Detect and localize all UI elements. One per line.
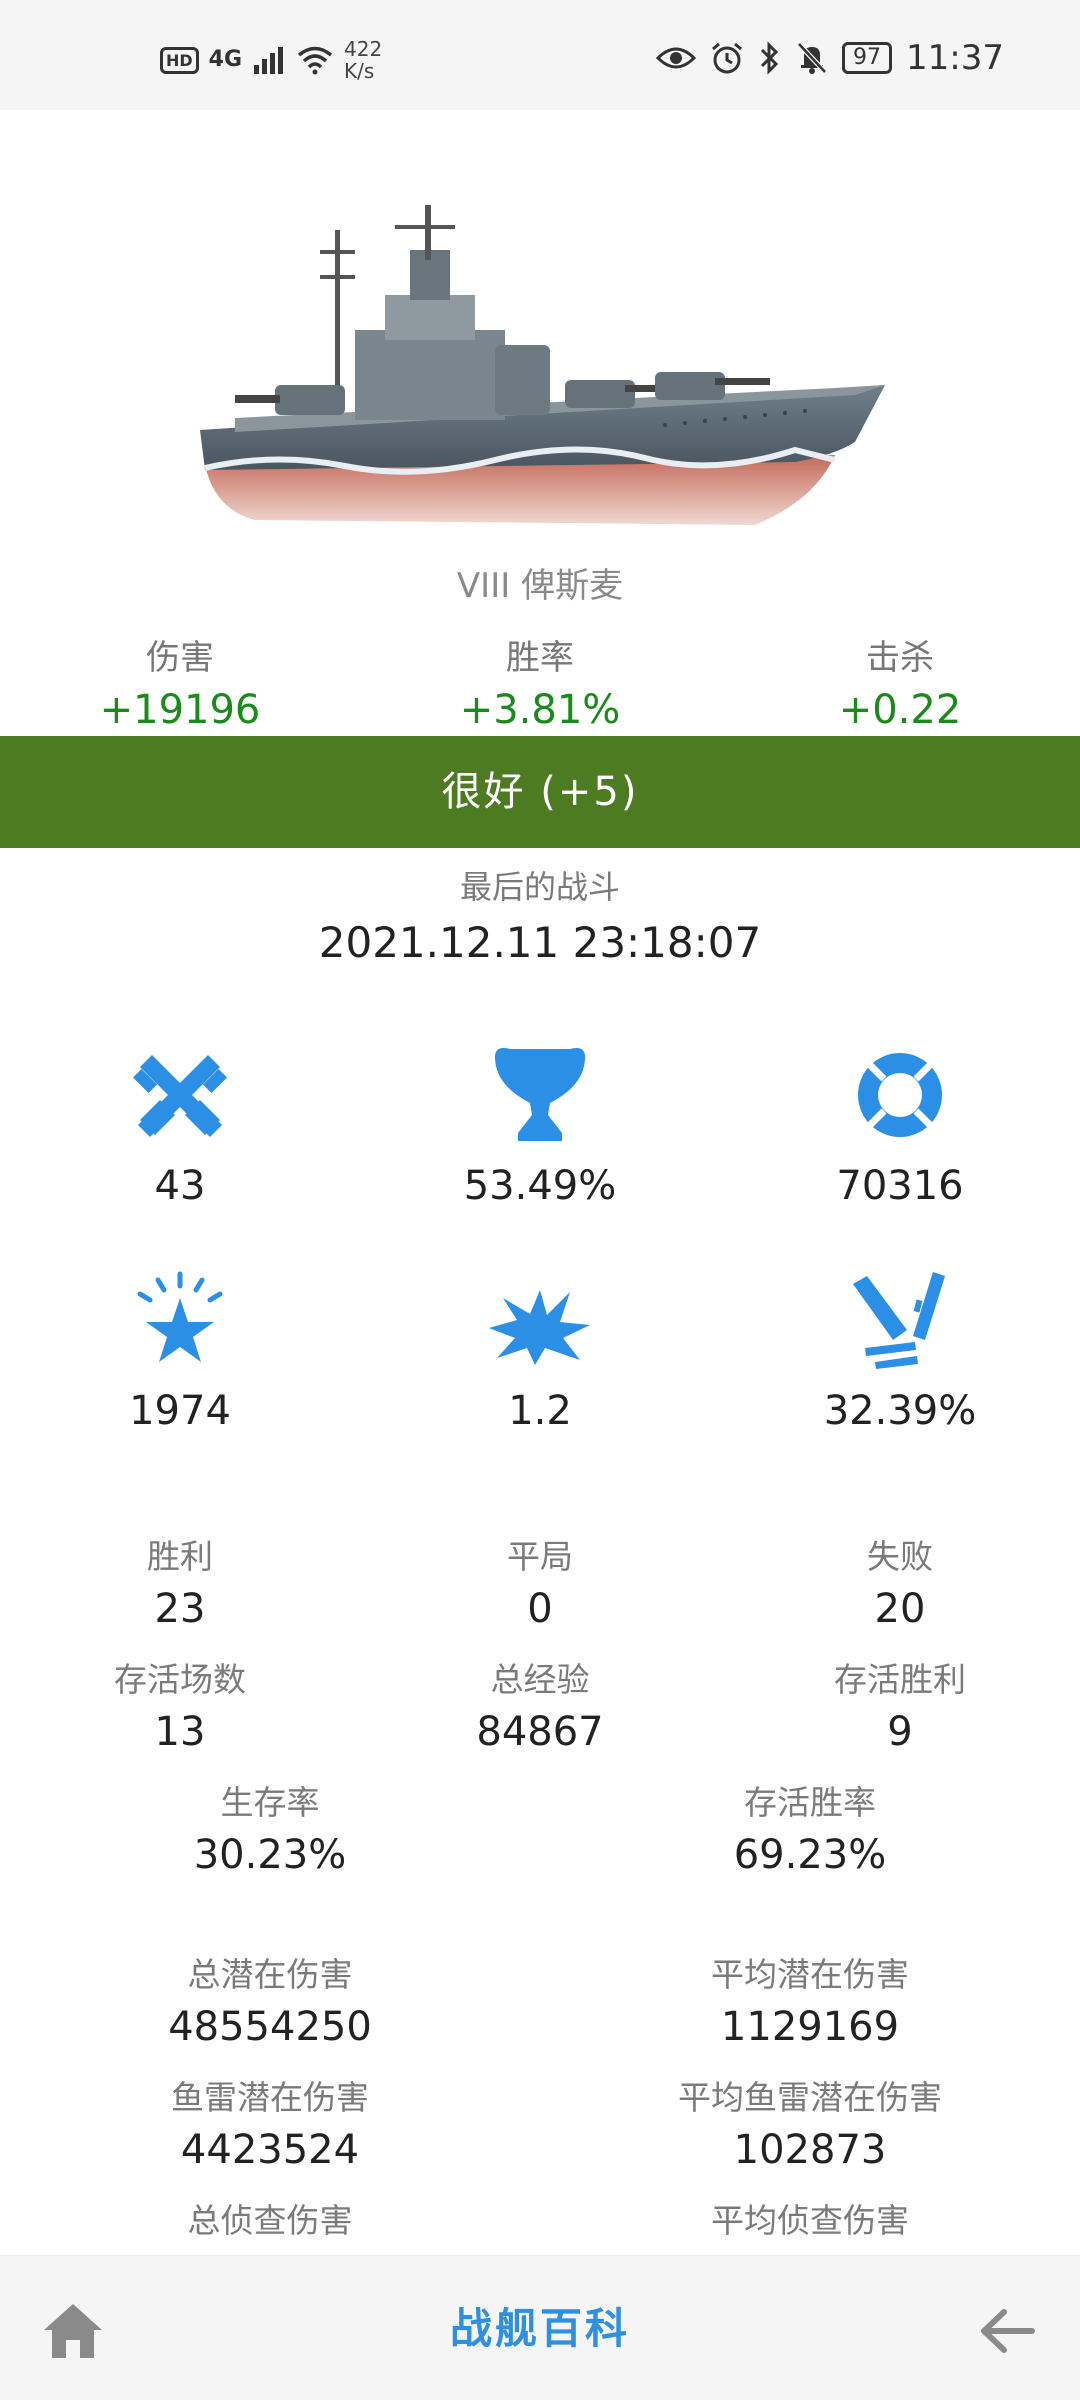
stat-survival-winrate: 存活胜率 69.23% bbox=[630, 1776, 990, 1878]
stat-survived: 存活场数 13 bbox=[0, 1653, 360, 1755]
arrow-left-icon[interactable] bbox=[972, 2296, 1042, 2366]
stat-value: 30.23% bbox=[193, 1832, 347, 1878]
stat-value: 13 bbox=[154, 1709, 206, 1755]
status-left: HD 4G 422 K/s bbox=[160, 38, 382, 82]
delta-damage: 伤害 +19196 bbox=[0, 630, 360, 733]
stat-label: 总潜在伤害 bbox=[187, 1955, 353, 1994]
ship-name: VIII 俾斯麦 bbox=[456, 566, 624, 606]
stat-value: 43 bbox=[154, 1163, 206, 1209]
eye-icon bbox=[656, 47, 697, 69]
explosion-icon bbox=[489, 1290, 590, 1365]
star-burst-icon bbox=[137, 1271, 223, 1362]
status-bar: HD 4G 422 K/s 97 11:37 bbox=[0, 0, 1080, 110]
stat-losses: 失败 20 bbox=[720, 1530, 1080, 1632]
alarm-icon bbox=[712, 42, 742, 74]
stat-value: 70316 bbox=[836, 1163, 964, 1209]
stat-label: 鱼雷潜在伤害 bbox=[171, 2078, 369, 2117]
stat-survived-wins: 存活胜利 9 bbox=[720, 1653, 1080, 1755]
stat-avg-damage: 70316 bbox=[720, 1045, 1080, 1209]
stat-avg-torpedo-potential-damage: 平均鱼雷潜在伤害 102873 bbox=[630, 2071, 990, 2173]
stat-avg-kills: 1.2 bbox=[360, 1270, 720, 1434]
delta-value: +3.81% bbox=[459, 687, 621, 733]
delta-value: +19196 bbox=[99, 687, 261, 733]
home-icon[interactable] bbox=[38, 2296, 108, 2366]
stat-total-exp: 总经验 84867 bbox=[360, 1653, 720, 1755]
stat-value: 102873 bbox=[733, 2127, 887, 2173]
stat-label: 平均潜在伤害 bbox=[711, 1955, 909, 1994]
ship-detail-content[interactable]: VIII 俾斯麦 伤害 +19196 胜率 +3.81% 击杀 +0.22 很好… bbox=[0, 110, 1080, 2255]
stat-value: 1974 bbox=[129, 1388, 231, 1434]
battery-indicator: 97 bbox=[842, 42, 893, 74]
delta-label: 伤害 bbox=[146, 638, 214, 678]
clock: 11:37 bbox=[906, 38, 1004, 78]
stat-value: 32.39% bbox=[823, 1388, 977, 1434]
stat-label: 总侦查伤害 bbox=[187, 2201, 353, 2240]
stat-label: 生存率 bbox=[220, 1783, 320, 1822]
stat-value: 4423524 bbox=[180, 2127, 360, 2173]
stat-winrate: 53.49% bbox=[360, 1045, 720, 1209]
stat-label: 胜利 bbox=[147, 1537, 213, 1576]
network-speed: 422 K/s bbox=[344, 38, 382, 82]
stat-value: 1129169 bbox=[720, 2004, 900, 2050]
last-battle: 最后的战斗 2021.12.11 23:18:07 bbox=[0, 862, 1080, 967]
network-speed-value: 422 bbox=[344, 37, 383, 61]
stat-value: 1.2 bbox=[508, 1388, 572, 1434]
mute-bell-icon bbox=[797, 42, 827, 74]
stat-value: 9 bbox=[887, 1709, 913, 1755]
delta-winrate: 胜率 +3.81% bbox=[360, 630, 720, 733]
last-battle-label: 最后的战斗 bbox=[459, 868, 620, 906]
stat-hit-rate: 32.39% bbox=[720, 1270, 1080, 1434]
stat-value: 53.49% bbox=[463, 1163, 617, 1209]
bottom-bar: 战舰百科 bbox=[0, 2255, 1080, 2400]
stat-label: 总经验 bbox=[490, 1660, 590, 1699]
rating-bar: 很好 (+5) bbox=[0, 736, 1080, 848]
page-title: 战舰百科 bbox=[449, 2304, 630, 2353]
signal-bars-icon bbox=[254, 47, 284, 74]
stat-avg-exp: 1974 bbox=[0, 1270, 360, 1434]
stat-value: 48554250 bbox=[168, 2004, 372, 2050]
stat-label: 平均鱼雷潜在伤害 bbox=[678, 2078, 942, 2117]
stat-value: 69.23% bbox=[733, 1832, 887, 1878]
bluetooth-icon bbox=[760, 41, 779, 75]
delta-label: 击杀 bbox=[866, 638, 934, 678]
shells-icon bbox=[853, 1272, 945, 1369]
stat-draws: 平局 0 bbox=[360, 1530, 720, 1632]
wifi-icon bbox=[297, 46, 333, 75]
delta-label: 胜率 bbox=[506, 638, 574, 678]
stat-survival-rate: 生存率 30.23% bbox=[90, 1776, 450, 1878]
delta-value: +0.22 bbox=[838, 687, 962, 733]
ship-image bbox=[200, 205, 885, 525]
stat-torpedo-potential-damage: 鱼雷潜在伤害 4423524 bbox=[90, 2071, 450, 2173]
network-speed-unit: K/s bbox=[344, 59, 375, 83]
stat-label: 平均侦查伤害 bbox=[711, 2201, 909, 2240]
stat-avg-potential-damage: 平均潜在伤害 1129169 bbox=[630, 1948, 990, 2050]
stat-label: 失败 bbox=[867, 1537, 933, 1576]
stat-value: 0 bbox=[527, 1586, 553, 1632]
stat-total-potential-damage: 总潜在伤害 48554250 bbox=[90, 1948, 450, 2050]
delta-kills: 击杀 +0.22 bbox=[720, 630, 1080, 733]
last-battle-value: 2021.12.11 23:18:07 bbox=[318, 918, 762, 967]
stat-total-spotting-damage: 总侦查伤害 bbox=[90, 2194, 450, 2250]
signal-icon: 4G bbox=[208, 47, 243, 72]
crossed-swords-icon bbox=[132, 1055, 228, 1137]
stat-wins: 胜利 23 bbox=[0, 1530, 360, 1632]
stat-label: 存活胜利 bbox=[834, 1660, 966, 1699]
status-right: 97 11:37 bbox=[656, 38, 1004, 78]
stat-value: 20 bbox=[874, 1586, 926, 1632]
stat-avg-spotting-damage: 平均侦查伤害 bbox=[630, 2194, 990, 2250]
trophy-icon bbox=[495, 1048, 585, 1141]
stat-label: 平局 bbox=[507, 1537, 573, 1576]
stat-label: 存活胜率 bbox=[744, 1783, 876, 1822]
lifebuoy-icon bbox=[858, 1053, 942, 1137]
stat-battles: 43 bbox=[0, 1045, 360, 1209]
stat-label: 存活场数 bbox=[114, 1660, 246, 1699]
stat-value: 23 bbox=[154, 1586, 206, 1632]
delta-row: 伤害 +19196 胜率 +3.81% 击杀 +0.22 bbox=[0, 630, 1080, 740]
hd-badge: HD bbox=[160, 46, 199, 74]
stat-value: 84867 bbox=[476, 1709, 604, 1755]
